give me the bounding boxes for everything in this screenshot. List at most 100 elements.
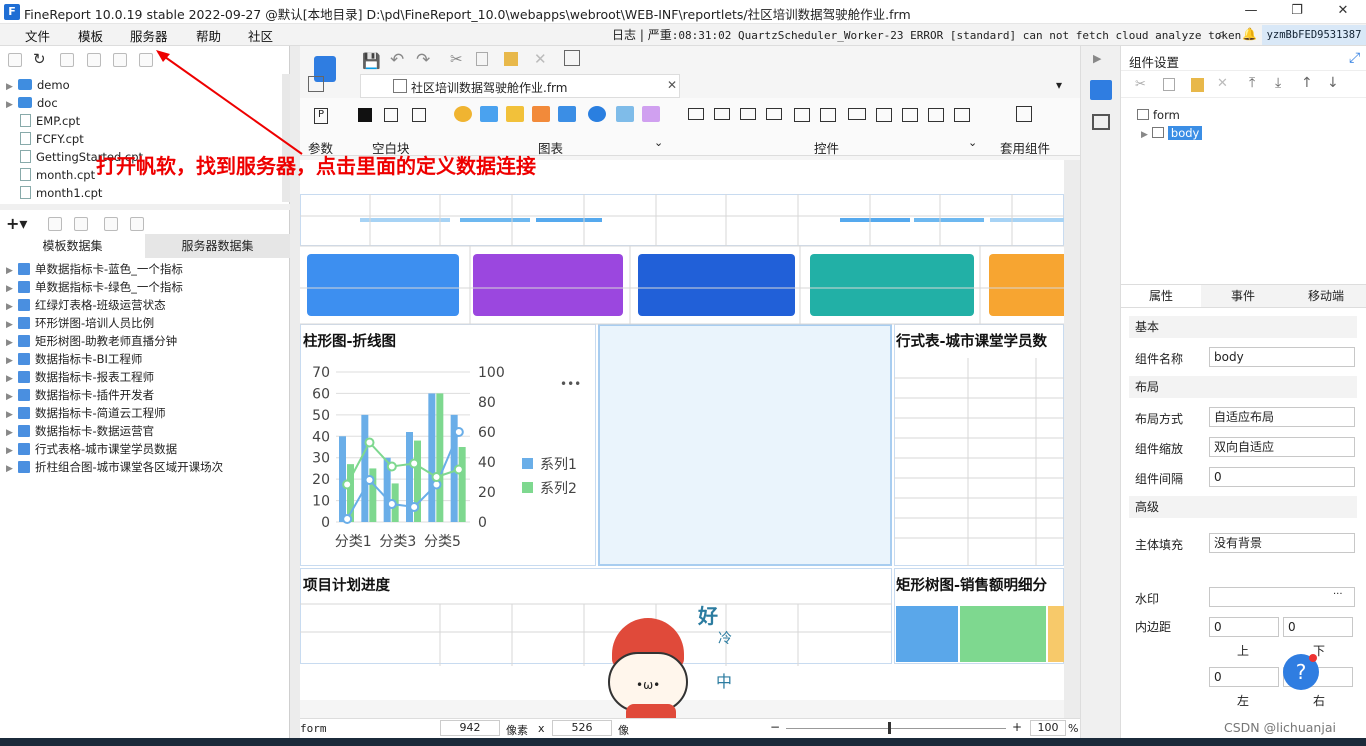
- cut-icon[interactable]: ✂: [1135, 77, 1146, 92]
- blank-block-icon-3[interactable]: [412, 108, 426, 122]
- tree-body[interactable]: ▶ body: [1141, 126, 1203, 140]
- section-advanced[interactable]: 高级: [1129, 496, 1357, 518]
- paste-icon[interactable]: [1191, 78, 1204, 92]
- paste-icon[interactable]: [504, 52, 518, 66]
- move-up-icon[interactable]: ↑: [1301, 75, 1313, 91]
- save-icon[interactable]: 💾: [362, 52, 381, 70]
- tab-properties[interactable]: 属性: [1121, 285, 1201, 307]
- zoom-slider[interactable]: [786, 728, 1006, 729]
- param-icon[interactable]: P: [314, 108, 328, 124]
- watermark-more-button[interactable]: ···: [1333, 589, 1343, 600]
- tree-file[interactable]: EMP.cpt: [6, 112, 80, 130]
- line-chart-icon[interactable]: [532, 106, 550, 122]
- label-icon[interactable]: [714, 108, 730, 120]
- tree-file[interactable]: FCFY.cpt: [6, 130, 84, 148]
- undo-icon[interactable]: ↶: [390, 50, 404, 70]
- tab-server-datasets[interactable]: 服务器数据集: [145, 234, 290, 258]
- blank-block-icon-2[interactable]: [384, 108, 398, 122]
- tree-form[interactable]: form: [1137, 108, 1180, 122]
- layout-select[interactable]: 自适应布局: [1209, 407, 1355, 427]
- zoom-input[interactable]: 100: [1030, 720, 1066, 736]
- cut-icon[interactable]: ✂: [450, 50, 463, 68]
- blank-block-icon-1[interactable]: [358, 108, 372, 122]
- doc-tab-close-icon[interactable]: ✕: [667, 78, 677, 92]
- dataset-item[interactable]: ▶ 环形饼图-培训人员比例: [6, 314, 154, 332]
- expand-caret-icon[interactable]: ▶: [6, 460, 18, 478]
- padding-bottom-input[interactable]: 0: [1283, 617, 1353, 637]
- find-icon[interactable]: [564, 50, 580, 66]
- dataset-item[interactable]: ▶ 数据指标卡-报表工程师: [6, 368, 154, 386]
- scale-select[interactable]: 双向自适应: [1209, 437, 1355, 457]
- tab-menu-icon[interactable]: ▾: [1056, 78, 1062, 92]
- widget-more-icon[interactable]: ⌄: [968, 136, 977, 149]
- doc-tab[interactable]: 社区培训数据驾驶舱作业.frm ✕: [360, 74, 680, 98]
- table-widget-icon[interactable]: [820, 108, 836, 122]
- tree-file[interactable]: month1.cpt: [6, 184, 102, 202]
- minimize-icon[interactable]: —: [1228, 0, 1274, 24]
- dataset-item[interactable]: ▶ 折柱组合图-城市课堂各区域开课场次: [6, 458, 223, 476]
- button-widget-icon[interactable]: [740, 108, 756, 120]
- close-icon[interactable]: ✕: [1320, 0, 1366, 24]
- gauge-chart-icon[interactable]: [588, 106, 606, 122]
- tree-folder[interactable]: ▶ doc: [6, 94, 58, 112]
- menu-help[interactable]: 帮助: [196, 26, 221, 45]
- chart-more-icon[interactable]: ⌄: [654, 136, 663, 149]
- zoom-handle[interactable]: [888, 722, 891, 734]
- list-icon[interactable]: [954, 108, 970, 122]
- menu-server[interactable]: 服务器: [130, 26, 168, 45]
- restore-icon[interactable]: ❐: [1274, 0, 1320, 24]
- layout-icon[interactable]: [1092, 114, 1110, 130]
- pie-chart-icon[interactable]: [454, 106, 472, 122]
- textbox-icon[interactable]: [688, 108, 704, 120]
- dataset-item[interactable]: ▶ 行式表格-城市课堂学员数据: [6, 440, 177, 458]
- fill-select[interactable]: 没有背景: [1209, 533, 1355, 553]
- grid-view-icon[interactable]: [308, 76, 324, 92]
- search-icon[interactable]: ⌕: [1218, 27, 1225, 42]
- lock-icon[interactable]: [87, 53, 101, 67]
- menu-community[interactable]: 社区: [248, 26, 273, 45]
- zoom-in-icon[interactable]: +: [1012, 720, 1022, 734]
- add-dataset-button[interactable]: +▾: [6, 214, 27, 233]
- dataset-item[interactable]: ▶ 数据指标卡-数据运营官: [6, 422, 154, 440]
- textarea-icon[interactable]: [876, 108, 892, 122]
- edit-icon[interactable]: [48, 217, 62, 231]
- copy-icon[interactable]: [476, 52, 488, 66]
- redo-icon[interactable]: ↷: [416, 50, 430, 70]
- dataset-item[interactable]: ▶ 单数据指标卡-绿色_一个指标: [6, 278, 183, 296]
- tree-file[interactable]: month.cpt: [6, 166, 95, 184]
- component-settings-icon[interactable]: [1090, 80, 1112, 100]
- apply-component-icon[interactable]: [1016, 106, 1032, 122]
- area-chart-icon[interactable]: [558, 106, 576, 122]
- dataset-item[interactable]: ▶ 红绿灯表格-班级运营状态: [6, 296, 166, 314]
- width-input[interactable]: 942: [440, 720, 500, 736]
- collapse-arrow-icon[interactable]: ▶: [1093, 52, 1101, 65]
- gap-input[interactable]: 0: [1209, 467, 1355, 487]
- radio-group-icon[interactable]: [928, 108, 944, 122]
- number-icon[interactable]: [848, 108, 866, 120]
- bell-icon[interactable]: 🔔: [1242, 27, 1257, 41]
- menu-template[interactable]: 模板: [78, 26, 103, 45]
- date-icon[interactable]: [794, 108, 810, 122]
- dataset-item[interactable]: ▶ 数据指标卡-简道云工程师: [6, 404, 166, 422]
- checkbox-group-icon[interactable]: [902, 108, 918, 122]
- log-label[interactable]: 日志: [612, 28, 636, 42]
- delete-icon[interactable]: ✕: [1217, 76, 1228, 91]
- open-icon[interactable]: [60, 53, 74, 67]
- trash-icon[interactable]: [74, 217, 88, 231]
- dataset-item[interactable]: ▶ 数据指标卡-BI工程师: [6, 350, 142, 368]
- tree-folder[interactable]: ▶ demo: [6, 76, 70, 94]
- delete-icon[interactable]: [113, 53, 127, 67]
- preview-icon[interactable]: [104, 217, 118, 231]
- splitter[interactable]: [0, 204, 290, 210]
- dataset-item[interactable]: ▶ 单数据指标卡-蓝色_一个指标: [6, 260, 183, 278]
- dataset-item[interactable]: ▶ 矩形树图-助教老师直播分钟: [6, 332, 177, 350]
- scatter-chart-icon[interactable]: [642, 106, 660, 122]
- expand-icon[interactable]: ⤢: [1349, 50, 1360, 66]
- padding-left-input[interactable]: 0: [1209, 667, 1279, 687]
- bar-chart-icon[interactable]: [480, 106, 498, 122]
- dataset-item[interactable]: ▶ 数据指标卡-插件开发者: [6, 386, 154, 404]
- copy-icon[interactable]: [1163, 78, 1175, 91]
- section-layout[interactable]: 布局: [1129, 376, 1357, 398]
- name-input[interactable]: body: [1209, 347, 1355, 367]
- refresh-icon[interactable]: ↻: [33, 50, 46, 68]
